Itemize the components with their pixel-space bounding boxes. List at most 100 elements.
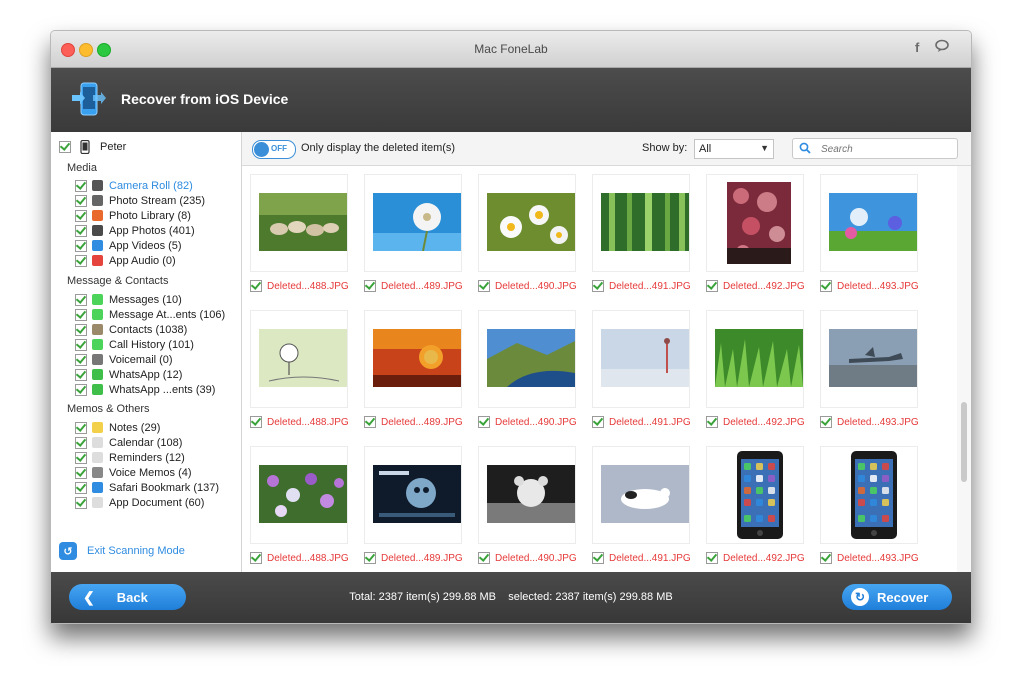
photo-item[interactable]: Deleted...488.JPG (250, 310, 350, 440)
sidebar-item-checkbox[interactable] (75, 368, 87, 381)
photo-checkbox[interactable] (820, 416, 832, 428)
sidebar-item-checkbox[interactable] (75, 323, 87, 336)
photo-checkbox[interactable] (592, 416, 604, 428)
photo-item[interactable]: Deleted...490.JPG (478, 310, 578, 440)
sidebar-item-checkbox[interactable] (75, 353, 87, 366)
photo-item[interactable]: Deleted...488.JPG (250, 174, 350, 304)
photo-thumbnail-frame[interactable] (706, 310, 804, 408)
sidebar-item[interactable]: Message At...ents (106) (75, 307, 225, 322)
photo-item[interactable]: Deleted...491.JPG (592, 174, 692, 304)
photo-thumbnail-frame[interactable] (250, 446, 348, 544)
photo-item[interactable]: Deleted...491.JPG (592, 310, 692, 440)
photo-thumbnail-frame[interactable] (820, 174, 918, 272)
sidebar-item-checkbox[interactable] (75, 338, 87, 351)
photo-checkbox[interactable] (364, 552, 376, 564)
photo-item[interactable]: Deleted...488.JPG (250, 446, 350, 576)
photo-thumbnail-frame[interactable] (478, 446, 576, 544)
sidebar-item-checkbox[interactable] (75, 383, 87, 396)
photo-item[interactable]: Deleted...493.JPG (820, 310, 920, 440)
search-input[interactable] (819, 141, 953, 157)
scrollbar-thumb[interactable] (961, 402, 967, 482)
sidebar-item[interactable]: Messages (10) (75, 292, 182, 307)
photo-thumbnail-frame[interactable] (478, 310, 576, 408)
sidebar-item[interactable]: Contacts (1038) (75, 322, 187, 337)
photo-checkbox[interactable] (364, 280, 376, 292)
photo-item[interactable]: Deleted...489.JPG (364, 446, 464, 576)
facebook-icon[interactable]: f (915, 40, 919, 55)
photo-thumbnail-frame[interactable] (364, 446, 462, 544)
photo-thumbnail-frame[interactable] (250, 174, 348, 272)
photo-thumbnail-frame[interactable] (706, 174, 804, 272)
sidebar-item[interactable]: Photo Library (8) (75, 208, 191, 223)
photo-thumbnail-frame[interactable] (592, 446, 690, 544)
photo-item[interactable]: Deleted...490.JPG (478, 174, 578, 304)
photo-checkbox[interactable] (364, 416, 376, 428)
photo-thumbnail-frame[interactable] (478, 174, 576, 272)
photo-checkbox[interactable] (478, 280, 490, 292)
sidebar-item-checkbox[interactable] (75, 179, 87, 192)
photo-checkbox[interactable] (250, 552, 262, 564)
photo-item[interactable]: Deleted...492.JPG (706, 310, 806, 440)
sidebar-item[interactable]: App Photos (401) (75, 223, 195, 238)
sidebar-item[interactable]: Voice Memos (4) (75, 465, 192, 480)
sidebar-item-checkbox[interactable] (75, 436, 87, 449)
photo-checkbox[interactable] (592, 552, 604, 564)
sidebar-item-checkbox[interactable] (75, 209, 87, 222)
sidebar-item-checkbox[interactable] (75, 254, 87, 267)
sidebar-item[interactable]: Reminders (12) (75, 450, 185, 465)
sidebar-item[interactable]: App Document (60) (75, 495, 204, 510)
sidebar-item-checkbox[interactable] (75, 466, 87, 479)
sidebar-item-checkbox[interactable] (75, 421, 87, 434)
show-by-select[interactable]: All ▼ (694, 139, 774, 159)
photo-thumbnail-frame[interactable] (820, 446, 918, 544)
photo-checkbox[interactable] (706, 552, 718, 564)
photo-checkbox[interactable] (706, 280, 718, 292)
sidebar-item[interactable]: Safari Bookmark (137) (75, 480, 219, 495)
feedback-icon[interactable] (935, 39, 949, 56)
photo-item[interactable]: Deleted...489.JPG (364, 310, 464, 440)
photo-item[interactable]: Deleted...492.JPG (706, 446, 806, 576)
sidebar-item-checkbox[interactable] (75, 239, 87, 252)
sidebar-item-checkbox[interactable] (75, 481, 87, 494)
device-checkbox[interactable] (59, 140, 71, 153)
photo-thumbnail-frame[interactable] (592, 174, 690, 272)
sidebar-item[interactable]: Call History (101) (75, 337, 194, 352)
photo-checkbox[interactable] (250, 416, 262, 428)
photo-item[interactable]: Deleted...493.JPG (820, 446, 920, 576)
sidebar-item-checkbox[interactable] (75, 224, 87, 237)
photo-thumbnail-frame[interactable] (364, 174, 462, 272)
search-box[interactable] (792, 138, 958, 159)
photo-thumbnail-frame[interactable] (820, 310, 918, 408)
photo-item[interactable]: Deleted...489.JPG (364, 174, 464, 304)
sidebar-item[interactable]: Calendar (108) (75, 435, 182, 450)
photo-thumbnail-frame[interactable] (592, 310, 690, 408)
sidebar-item-checkbox[interactable] (75, 308, 87, 321)
sidebar-item[interactable]: Photo Stream (235) (75, 193, 205, 208)
photo-checkbox[interactable] (820, 552, 832, 564)
sidebar-item[interactable]: App Audio (0) (75, 253, 176, 268)
photo-item[interactable]: Deleted...490.JPG (478, 446, 578, 576)
exit-scanning-mode-button[interactable]: ↺ Exit Scanning Mode (59, 542, 185, 560)
photo-checkbox[interactable] (820, 280, 832, 292)
deleted-only-toggle[interactable]: OFF (252, 140, 296, 159)
photo-thumbnail-frame[interactable] (364, 310, 462, 408)
sidebar-item-checkbox[interactable] (75, 293, 87, 306)
grid-scrollbar[interactable] (957, 166, 971, 572)
photo-item[interactable]: Deleted...491.JPG (592, 446, 692, 576)
photo-item[interactable]: Deleted...492.JPG (706, 174, 806, 304)
sidebar-item[interactable]: WhatsApp ...ents (39) (75, 382, 215, 397)
sidebar-item[interactable]: Voicemail (0) (75, 352, 173, 367)
device-row[interactable]: Peter (59, 139, 126, 154)
sidebar-item[interactable]: Camera Roll (82) (75, 178, 193, 193)
sidebar-item-checkbox[interactable] (75, 194, 87, 207)
sidebar-item[interactable]: WhatsApp (12) (75, 367, 182, 382)
photo-thumbnail-frame[interactable] (706, 446, 804, 544)
photo-checkbox[interactable] (592, 280, 604, 292)
photo-thumbnail-frame[interactable] (250, 310, 348, 408)
photo-checkbox[interactable] (706, 416, 718, 428)
recover-button[interactable]: ↻ Recover (842, 584, 952, 610)
sidebar-item-checkbox[interactable] (75, 451, 87, 464)
photo-checkbox[interactable] (478, 416, 490, 428)
photo-checkbox[interactable] (250, 280, 262, 292)
photo-item[interactable]: Deleted...493.JPG (820, 174, 920, 304)
